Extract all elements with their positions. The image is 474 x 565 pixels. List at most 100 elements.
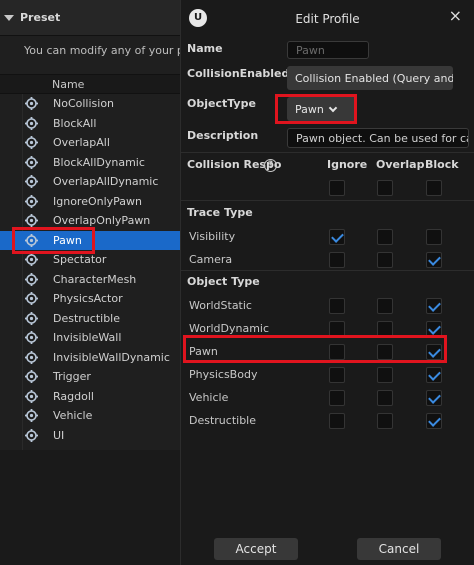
preset-list-item[interactable]: BlockAllDynamic [0,153,180,173]
preset-list-item[interactable]: OverlapAllDynamic [0,172,180,192]
collision-preset-icon [25,136,38,149]
cancel-button[interactable]: Cancel [357,538,441,560]
preset-list-item[interactable]: BlockAll [0,114,180,134]
ignore-checkbox[interactable] [329,390,345,406]
collision-enabled-combo[interactable]: Collision Enabled (Query and [287,66,453,90]
preset-panel: Preset You can modify any of your pro Na… [0,0,180,565]
separator [181,270,474,271]
collision-preset-icon [25,233,38,247]
preset-list-item[interactable]: InvisibleWall [0,328,180,348]
description-field[interactable]: Pawn object. Can be used for cap [287,128,469,148]
block-checkbox[interactable] [426,321,442,337]
preset-item-label: BlockAll [53,116,97,130]
ignore-checkbox[interactable] [329,252,345,268]
preset-item-label: OverlapAll [53,136,110,149]
collision-preset-icon [25,389,38,403]
collision-preset-icon [25,155,38,169]
ignore-checkbox[interactable] [329,367,345,383]
block-all-checkbox[interactable] [426,180,442,196]
ignore-column-header: Ignore [327,158,368,171]
object-type-combo[interactable]: Pawn [287,97,357,121]
preset-list-item[interactable]: InvisibleWallDynamic [0,348,180,368]
preset-list-item[interactable]: Spectator [0,250,180,270]
block-checkbox[interactable] [426,252,442,268]
preset-description: You can modify any of your pro [24,44,180,57]
preset-category-header[interactable]: Preset [0,0,180,36]
channel-label: PhysicsBody [189,368,258,381]
channel-label: Pawn [189,345,218,358]
name-field[interactable]: Pawn [287,41,369,59]
overlap-checkbox[interactable] [377,367,393,383]
description-label: Description [187,129,259,142]
block-checkbox[interactable] [426,413,442,429]
collision-preset-icon [25,194,38,208]
block-checkbox[interactable] [426,298,442,314]
ignore-checkbox[interactable] [329,413,345,429]
dialog-titlebar[interactable]: U Edit Profile × [181,0,474,38]
preset-list-item[interactable]: UI [0,426,180,446]
overlap-checkbox[interactable] [377,321,393,337]
overlap-checkbox[interactable] [377,413,393,429]
triangle-down-icon[interactable] [4,14,14,21]
preset-list-item[interactable]: IgnoreOnlyPawn [0,192,180,212]
edit-profile-dialog: U Edit Profile × Name Pawn CollisionEnab… [180,0,474,565]
preset-list-item[interactable]: Vehicle [0,406,180,426]
ignore-all-checkbox[interactable] [329,180,345,196]
preset-header-label: Preset [20,11,61,24]
preset-item-label: Pawn [53,233,82,247]
preset-item-label: Destructible [53,311,120,325]
ignore-checkbox[interactable] [329,229,345,245]
collision-preset-icon [25,272,38,286]
object-type-value: Pawn [295,102,324,116]
collision-preset-icon [25,409,38,422]
overlap-column-header: Overlap [376,158,425,171]
preset-list-item[interactable]: OverlapOnlyPawn [0,211,180,231]
channel-label: WorldDynamic [189,322,270,335]
preset-list-item[interactable]: Destructible [0,309,180,329]
channel-label: Visibility [189,230,236,243]
preset-list-item[interactable]: OverlapAll [0,133,180,153]
overlap-checkbox[interactable] [377,298,393,314]
preset-list-item[interactable]: Ragdoll [0,387,180,407]
collision-enabled-label: CollisionEnabled [187,67,290,80]
block-checkbox[interactable] [426,390,442,406]
name-column-header[interactable]: Name [0,74,180,94]
collision-preset-icon [25,214,38,227]
preset-list-item[interactable]: Pawn [0,230,180,250]
preset-list-item[interactable]: Trigger [0,367,180,387]
ignore-checkbox[interactable] [329,344,345,360]
block-checkbox[interactable] [426,229,442,245]
preset-item-label: Trigger [53,370,91,383]
collision-preset-icon [25,253,38,266]
name-column-label: Name [52,78,85,91]
accept-button[interactable]: Accept [214,538,298,560]
preset-item-label: BlockAllDynamic [53,155,145,169]
dialog-title: Edit Profile [295,12,360,26]
collision-preset-icon [25,116,38,130]
help-circle-icon[interactable]: ? [264,159,277,172]
block-checkbox[interactable] [426,344,442,360]
collision-preset-icon [25,350,38,364]
channel-label: Vehicle [189,391,229,404]
close-icon[interactable]: × [449,6,462,25]
overlap-checkbox[interactable] [377,390,393,406]
overlap-checkbox[interactable] [377,229,393,245]
separator [181,200,474,201]
preset-item-label: CharacterMesh [53,272,137,286]
overlap-checkbox[interactable] [377,344,393,360]
ignore-checkbox[interactable] [329,321,345,337]
overlap-all-checkbox[interactable] [377,180,393,196]
collision-preset-icon [25,370,38,383]
preset-list-item[interactable]: CharacterMesh [0,270,180,290]
collision-enabled-value: Collision Enabled (Query and [295,71,453,85]
block-checkbox[interactable] [426,367,442,383]
ignore-checkbox[interactable] [329,298,345,314]
preset-list-empty-area [0,450,180,565]
collision-preset-icon [25,331,38,344]
overlap-checkbox[interactable] [377,252,393,268]
name-label: Name [187,42,223,55]
object-type-label: ObjectType [187,97,256,110]
preset-list-item[interactable]: NoCollision [0,94,180,114]
chevron-down-icon [328,103,338,112]
preset-list-item[interactable]: PhysicsActor [0,289,180,309]
